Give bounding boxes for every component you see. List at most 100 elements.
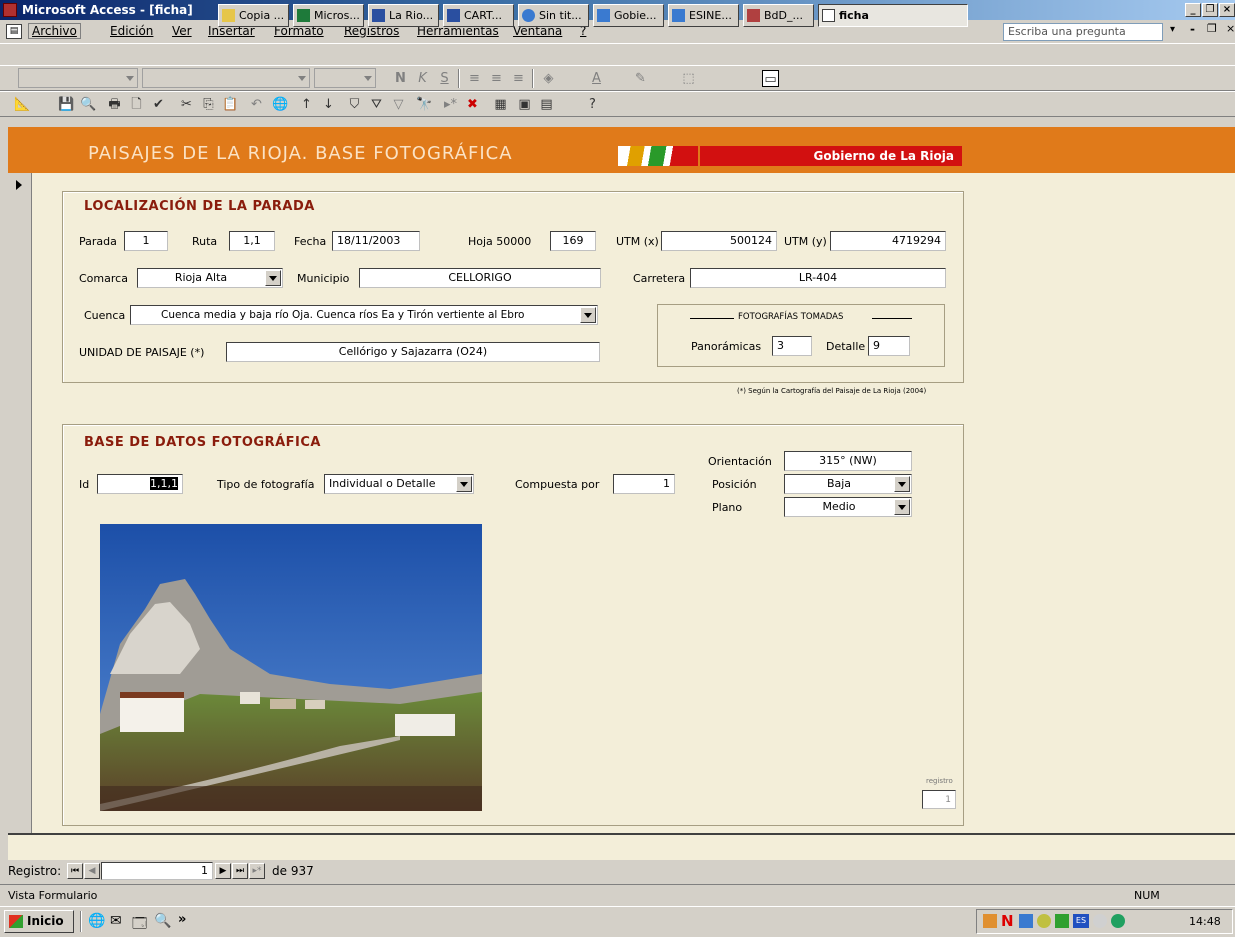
size-combo[interactable] [314, 68, 376, 88]
fecha-field[interactable]: 18/11/2003 [332, 231, 420, 251]
next-record-button[interactable]: ▶ [215, 863, 231, 879]
tray-antivirus-icon[interactable] [1055, 914, 1069, 928]
tray-speaker-icon[interactable] [1037, 914, 1051, 928]
border-width-icon[interactable]: ⬚ [680, 70, 697, 87]
print-preview-icon[interactable]: 🗋 [128, 96, 145, 113]
more-quicklaunch-icon[interactable]: » [178, 912, 186, 927]
delete-record-icon[interactable]: ✖ [464, 96, 481, 113]
filter-selection-icon[interactable]: ⛉ [346, 96, 363, 113]
italic-icon[interactable]: K [414, 70, 431, 87]
hoja-field[interactable]: 169 [550, 231, 596, 251]
menu-archivo[interactable]: Archivo [28, 23, 81, 39]
align-right-icon[interactable]: ≡ [510, 70, 527, 87]
fill-color-icon[interactable]: ◈ [540, 70, 557, 87]
task-esine[interactable]: ESINE... [668, 4, 739, 27]
task-bdd[interactable]: BdD_... [743, 4, 814, 27]
dropdown-arrow-icon[interactable] [265, 270, 281, 286]
doc-minimize-button[interactable]: - [1190, 22, 1195, 36]
help-icon[interactable]: ? [584, 96, 601, 113]
properties-icon[interactable]: ▦ [492, 96, 509, 113]
underline-icon[interactable]: S [436, 70, 453, 87]
tray-language-icon[interactable]: ES [1073, 914, 1089, 928]
task-copia[interactable]: Copia ... [218, 4, 289, 27]
cut-icon[interactable]: ✂ [178, 96, 195, 113]
menu-ver[interactable]: Ver [172, 24, 192, 38]
dropdown-arrow-icon[interactable] [456, 476, 472, 492]
dropdown-arrow-icon[interactable] [894, 476, 910, 492]
tray-sync-icon[interactable] [1093, 914, 1107, 928]
form-icon[interactable]: ▤ [6, 24, 22, 39]
task-gobierno[interactable]: Gobie... [593, 4, 664, 27]
view-icon[interactable]: 📐 [14, 96, 31, 113]
tray-messenger-icon[interactable] [1111, 914, 1125, 928]
new-record-icon[interactable]: ▸* [442, 96, 459, 113]
minimize-button[interactable]: _ [1185, 3, 1201, 17]
filter-form-icon[interactable]: ⛛ [368, 96, 385, 113]
doc-close-button[interactable]: × [1226, 22, 1235, 35]
menu-edicion[interactable]: Edición [110, 24, 153, 38]
compuesta-field[interactable]: 1 [613, 474, 675, 494]
tipo-combo[interactable]: Individual o Detalle [324, 474, 474, 494]
restore-button[interactable]: ❐ [1202, 3, 1218, 17]
align-left-icon[interactable]: ≡ [466, 70, 483, 87]
orientacion-field[interactable]: 315° (NW) [784, 451, 912, 471]
spelling-icon[interactable]: ✔ [150, 96, 167, 113]
previous-record-button[interactable]: ◀ [84, 863, 100, 879]
record-selector[interactable] [8, 173, 32, 833]
object-combo[interactable] [18, 68, 138, 88]
outlook-quicklaunch-icon[interactable]: ✉ [110, 913, 122, 929]
unidad-field[interactable]: Cellórigo y Sajazarra (O24) [226, 342, 600, 362]
ie-quicklaunch-icon[interactable]: 🌐 [88, 913, 105, 929]
panoramicas-field[interactable]: 3 [772, 336, 812, 356]
first-record-button[interactable]: ⏮ [67, 863, 83, 879]
task-ficha[interactable]: ficha [818, 4, 968, 27]
close-button[interactable]: × [1219, 3, 1235, 17]
posicion-combo[interactable]: Baja [784, 474, 912, 494]
save-icon[interactable]: 💾 [58, 96, 75, 113]
font-combo[interactable] [142, 68, 310, 88]
align-center-icon[interactable]: ≡ [488, 70, 505, 87]
task-excel[interactable]: Micros... [293, 4, 364, 27]
dropdown-arrow-icon[interactable] [894, 499, 910, 515]
id-field[interactable]: 1,1,1 [97, 474, 183, 494]
search-file-icon[interactable]: 🔍 [80, 96, 97, 113]
plano-combo[interactable]: Medio [784, 497, 912, 517]
dropdown-arrow-icon[interactable] [580, 307, 596, 323]
find-icon[interactable]: 🔭 [416, 96, 433, 113]
new-record-button[interactable]: ▸* [249, 863, 265, 879]
carretera-field[interactable]: LR-404 [690, 268, 946, 288]
apply-filter-icon[interactable]: ▽ [390, 96, 407, 113]
task-word-1[interactable]: La Rio... [368, 4, 439, 27]
paste-icon[interactable]: 📋 [222, 96, 239, 113]
utmy-field[interactable]: 4719294 [830, 231, 946, 251]
last-record-button[interactable]: ⏭ [232, 863, 248, 879]
tray-app-icon[interactable] [983, 914, 997, 928]
desktop-quicklaunch-icon[interactable]: 🗔 [132, 913, 147, 937]
utmx-field[interactable]: 500124 [661, 231, 777, 251]
doc-restore-button[interactable]: ❐ [1207, 22, 1217, 35]
task-sin-titulo[interactable]: Sin tit... [518, 4, 589, 27]
record-number-input[interactable]: 1 [101, 862, 213, 880]
sort-descending-icon[interactable]: ↓ [320, 96, 337, 113]
ask-dropdown-icon[interactable]: ▾ [1170, 24, 1175, 35]
undo-icon[interactable]: ↶ [248, 96, 265, 113]
ruta-field[interactable]: 1,1 [229, 231, 275, 251]
comarca-combo[interactable]: Rioja Alta [137, 268, 283, 288]
parada-field[interactable]: 1 [124, 231, 168, 251]
tray-network-icon[interactable] [1019, 914, 1033, 928]
tray-n-icon[interactable]: N [1001, 912, 1014, 930]
task-word-2[interactable]: CART... [443, 4, 514, 27]
municipio-field[interactable]: CELLORIGO [359, 268, 601, 288]
font-color-icon[interactable]: A [588, 70, 605, 87]
detalle-field[interactable]: 9 [868, 336, 910, 356]
hyperlink-icon[interactable]: 🌐 [272, 96, 289, 113]
ask-question-input[interactable]: Escriba una pregunta [1003, 23, 1163, 41]
registro-field[interactable]: 1 [922, 790, 956, 809]
bold-icon[interactable]: N [392, 70, 409, 87]
database-window-icon[interactable]: ▣ [516, 96, 533, 113]
new-object-icon[interactable]: ▤ [538, 96, 555, 113]
line-color-icon[interactable]: ✎ [632, 70, 649, 87]
special-effect-icon[interactable]: ▭ [762, 70, 779, 87]
start-button[interactable]: Inicio [4, 910, 74, 933]
clock[interactable]: 14:48 [1189, 915, 1221, 928]
